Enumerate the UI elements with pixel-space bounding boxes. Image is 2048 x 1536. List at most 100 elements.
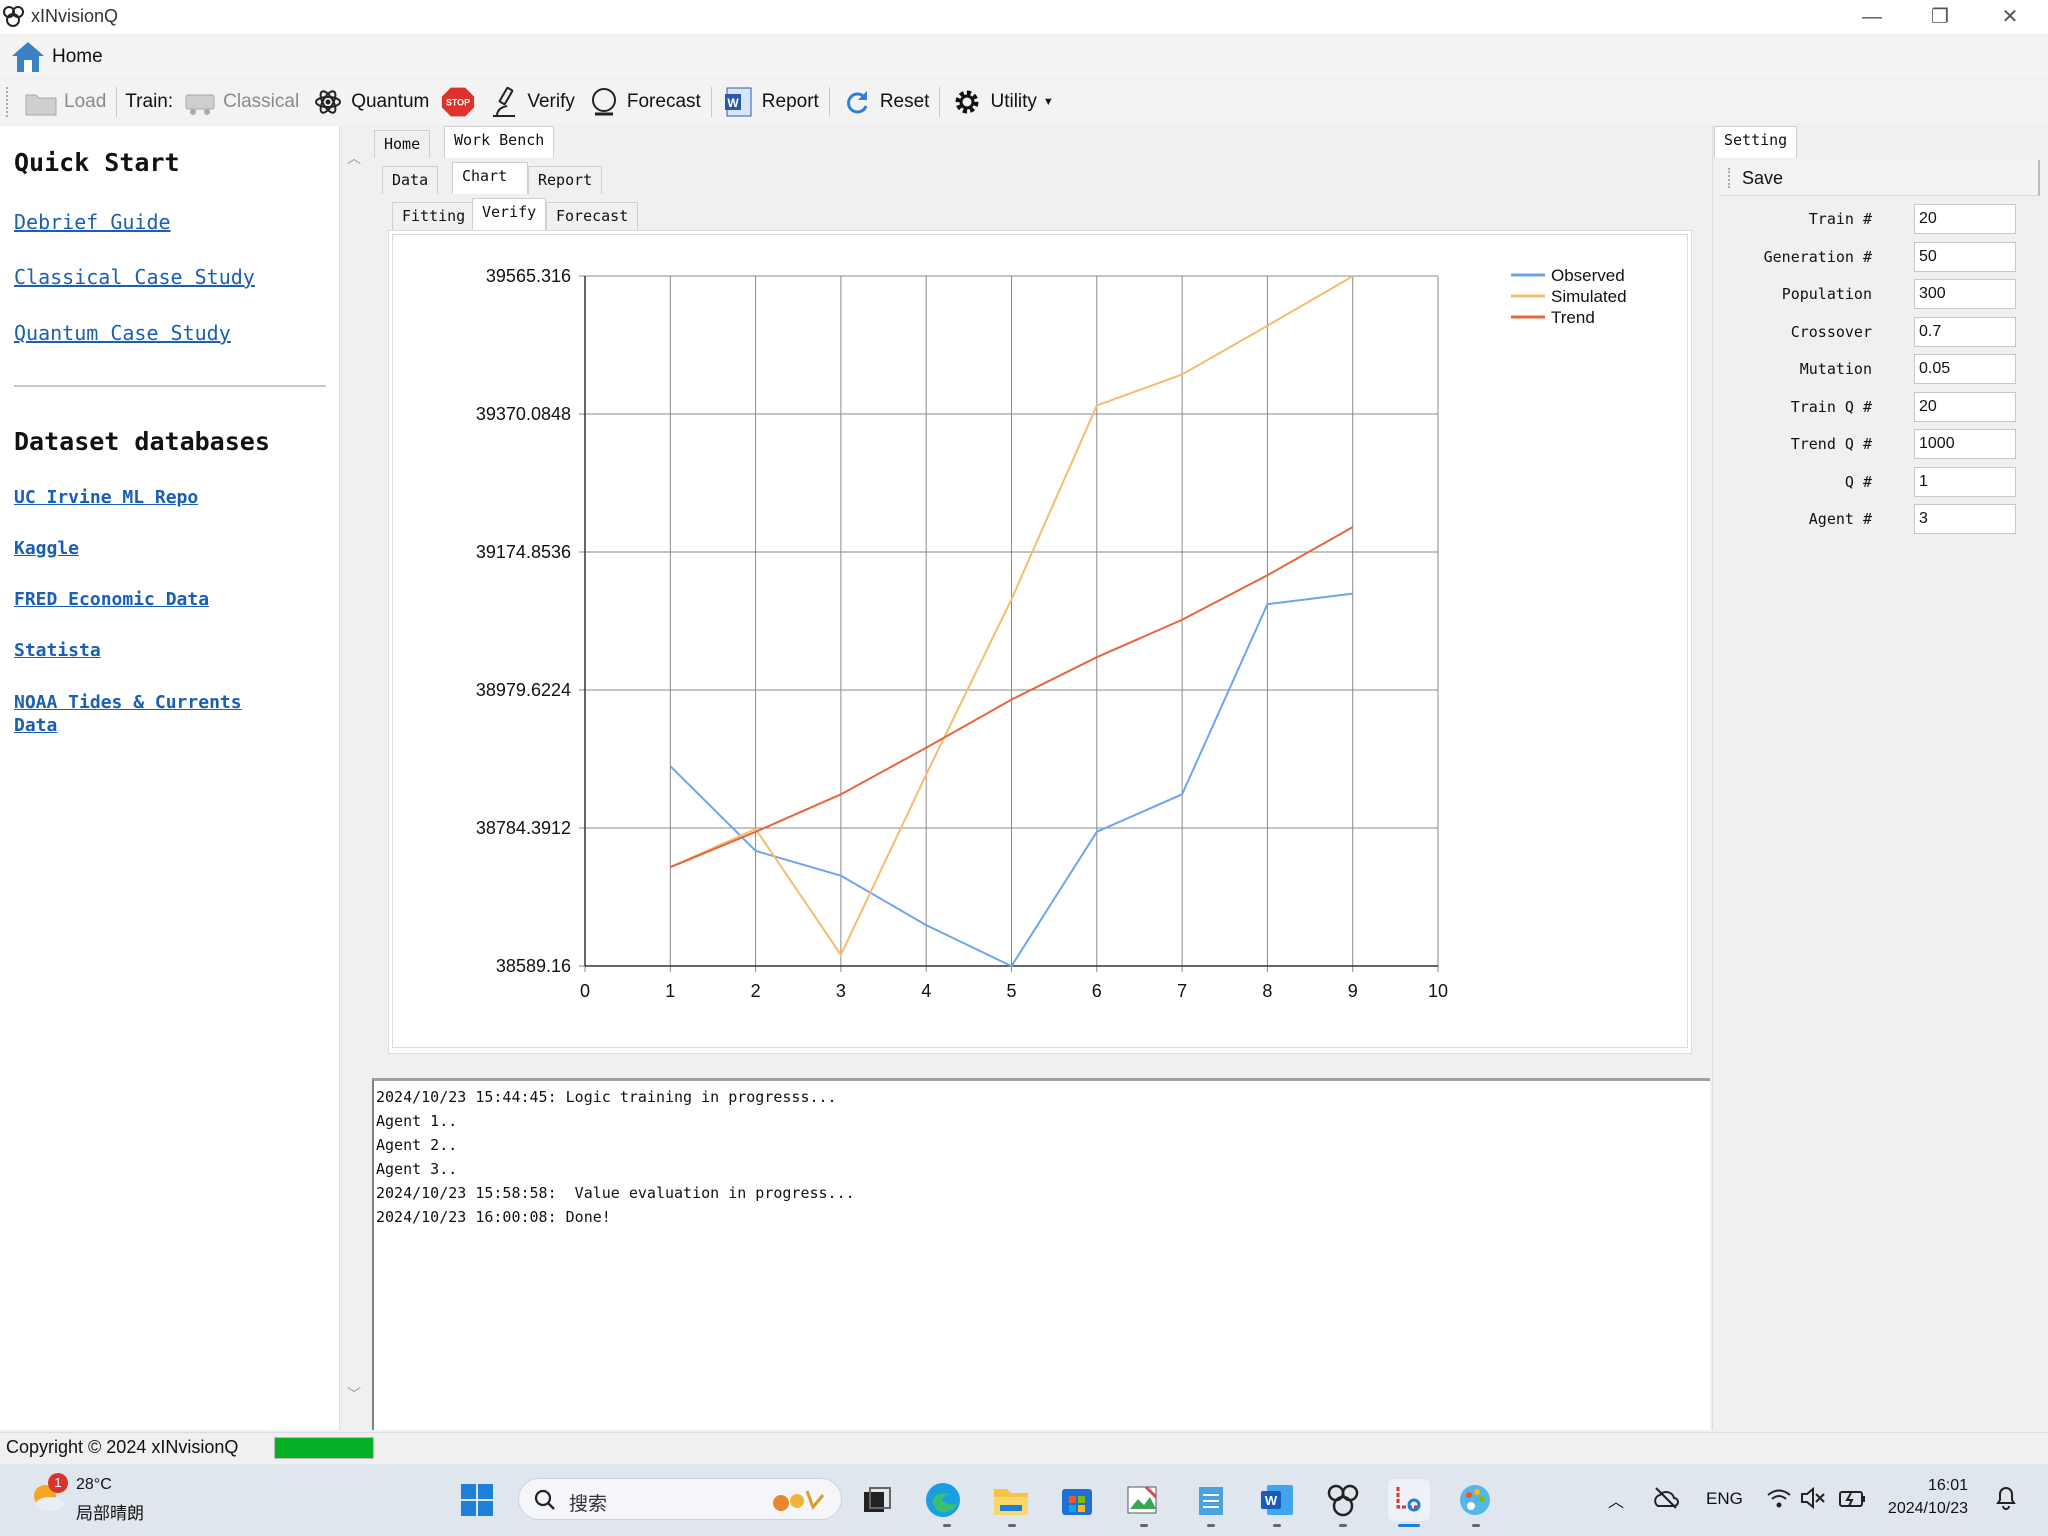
running-indicator <box>943 1524 951 1527</box>
setting-input[interactable]: 20 <box>1914 204 2016 234</box>
y-tick-label: 39370.0848 <box>476 404 571 424</box>
speaker-muted-icon[interactable] <box>1800 1486 1826 1510</box>
file-explorer-icon[interactable] <box>990 1479 1032 1521</box>
stop-button[interactable]: STOP <box>435 82 481 122</box>
running-indicator <box>1008 1524 1016 1527</box>
paint-icon[interactable] <box>1454 1479 1496 1521</box>
tab-chart[interactable]: Chart <box>452 162 528 194</box>
x-tick-label: 10 <box>1428 981 1448 1001</box>
snipping-tool-icon[interactable] <box>1388 1479 1430 1521</box>
train-label: Train: <box>125 91 174 112</box>
link-quantum-case-study[interactable]: Quantum Case Study <box>14 321 231 345</box>
tab-fitting[interactable]: Fitting <box>392 202 476 230</box>
load-button[interactable]: Load <box>18 82 112 122</box>
edge-browser-icon[interactable] <box>922 1479 964 1521</box>
window-title: xINvisionQ <box>31 6 119 26</box>
tab-verify[interactable]: Verify <box>472 198 547 230</box>
menu-home[interactable]: Home <box>10 39 103 75</box>
image-editor-icon[interactable] <box>1122 1479 1164 1521</box>
running-indicator <box>1207 1524 1215 1527</box>
legend-label: Observed <box>1551 266 1625 285</box>
clock-date[interactable]: 2024/10/23 <box>1880 1500 1968 1518</box>
x-tick-label: 6 <box>1092 981 1102 1001</box>
x-tick-label: 4 <box>921 981 931 1001</box>
setting-input[interactable]: 0.7 <box>1914 317 2016 347</box>
word-app-icon[interactable]: W <box>1256 1479 1298 1521</box>
quick-start-title: Quick Start <box>14 148 180 177</box>
link-classical-case-study[interactable]: Classical Case Study <box>14 265 255 289</box>
log-output[interactable]: 2024/10/23 15:44:45: Logic training in p… <box>372 1078 1710 1430</box>
tab-setting[interactable]: Setting <box>1714 126 1798 158</box>
weather-temp[interactable]: 28°C <box>76 1476 112 1494</box>
minimize-button[interactable]: — <box>1838 0 1906 34</box>
progress-fill <box>275 1438 373 1458</box>
sidebar-divider <box>14 385 326 387</box>
reset-button[interactable]: Reset <box>834 82 936 122</box>
search-placeholder: 搜索 <box>569 1494 608 1515</box>
classical-button[interactable]: Classical <box>177 82 305 122</box>
quantum-label: Quantum <box>351 91 430 112</box>
setting-input[interactable]: 20 <box>1914 392 2016 422</box>
stop-icon: STOP <box>441 85 475 119</box>
battery-icon[interactable] <box>1838 1486 1866 1510</box>
copyright-text: Copyright © 2024 xINvisionQ <box>6 1437 239 1457</box>
toolbar: Load Train: Classical Quantum STOP Verif… <box>0 80 2048 124</box>
cloud-offline-icon[interactable] <box>1652 1486 1680 1510</box>
running-indicator <box>1339 1524 1347 1527</box>
refresh-icon <box>840 85 874 119</box>
crystal-ball-icon <box>587 85 621 119</box>
setting-input[interactable]: 1 <box>1914 467 2016 497</box>
store-icon[interactable] <box>1056 1479 1098 1521</box>
notepad-icon[interactable] <box>1190 1479 1232 1521</box>
setting-label: Population <box>1781 285 1872 303</box>
link-statista[interactable]: Statista <box>14 640 101 661</box>
close-button[interactable]: ✕ <box>1976 0 2044 34</box>
scroll-up-icon[interactable]: ︿ <box>347 148 361 168</box>
setting-input[interactable]: 0.05 <box>1914 354 2016 384</box>
verify-button[interactable]: Verify <box>481 82 581 122</box>
folder-icon <box>24 85 58 119</box>
link-uci-ml-repo[interactable]: UC Irvine ML Repo <box>14 487 198 508</box>
tab-forecast[interactable]: Forecast <box>546 202 639 230</box>
tab-work-bench[interactable]: Work Bench <box>444 126 555 158</box>
link-fred-economic-data[interactable]: FRED Economic Data <box>14 589 209 610</box>
clock-time[interactable]: 16:01 <box>1880 1477 1968 1495</box>
quantum-button[interactable]: Quantum <box>305 82 435 122</box>
windows-start-icon[interactable] <box>456 1479 498 1521</box>
task-view-icon[interactable] <box>856 1479 898 1521</box>
chart-panel: 0 1 2 3 4 5 6 7 8 9 10 39565.316 39370.0848 39174.853… <box>392 234 1688 1048</box>
toolbar-separator <box>116 87 118 117</box>
weather-desc[interactable]: 局部晴朗 <box>76 1499 144 1524</box>
forecast-button[interactable]: Forecast <box>581 82 707 122</box>
y-tick-label: 39174.8536 <box>476 542 571 562</box>
sidebar-scrollbar[interactable]: ︿ ﹀ <box>340 126 370 1430</box>
link-noaa-tides[interactable]: NOAA Tides & Currents Data <box>14 691 274 737</box>
setting-input[interactable]: 3 <box>1914 504 2016 534</box>
scroll-down-icon[interactable]: ﹀ <box>347 1384 361 1404</box>
xinvisionq-app-icon[interactable] <box>1322 1479 1364 1521</box>
link-debrief-guide[interactable]: Debrief Guide <box>14 210 171 234</box>
tab-home[interactable]: Home <box>374 130 431 158</box>
save-button[interactable]: Save <box>1742 168 1783 189</box>
wifi-icon[interactable] <box>1766 1486 1792 1510</box>
weather-badge: 1 <box>48 1473 68 1493</box>
menu-bar: Home <box>0 36 2048 78</box>
tab-data[interactable]: Data <box>382 166 439 194</box>
link-kaggle[interactable]: Kaggle <box>14 538 79 559</box>
setting-input[interactable]: 50 <box>1914 242 2016 272</box>
setting-label: Agent # <box>1808 510 1872 528</box>
taskbar-search[interactable]: 搜索 <box>518 1478 842 1520</box>
report-button[interactable]: W Report <box>716 82 825 122</box>
toolbar-grip[interactable] <box>6 87 10 117</box>
chevron-up-icon[interactable]: ︿ <box>1608 1488 1624 1512</box>
language-indicator[interactable]: ENG <box>1706 1489 1743 1509</box>
tab-report[interactable]: Report <box>528 166 603 194</box>
verify-chart: 0 1 2 3 4 5 6 7 8 9 10 39565.316 39370.0848 39174.853… <box>476 266 1627 1001</box>
reset-label: Reset <box>879 91 930 112</box>
setting-input[interactable]: 300 <box>1914 279 2016 309</box>
maximize-button[interactable]: ❐ <box>1906 0 1974 34</box>
setting-input[interactable]: 1000 <box>1914 429 2016 459</box>
utility-dropdown[interactable]: Utility ▼ <box>944 82 1059 122</box>
setting-label: Trend Q # <box>1790 435 1872 453</box>
notification-bell-icon[interactable] <box>1994 1484 2018 1510</box>
